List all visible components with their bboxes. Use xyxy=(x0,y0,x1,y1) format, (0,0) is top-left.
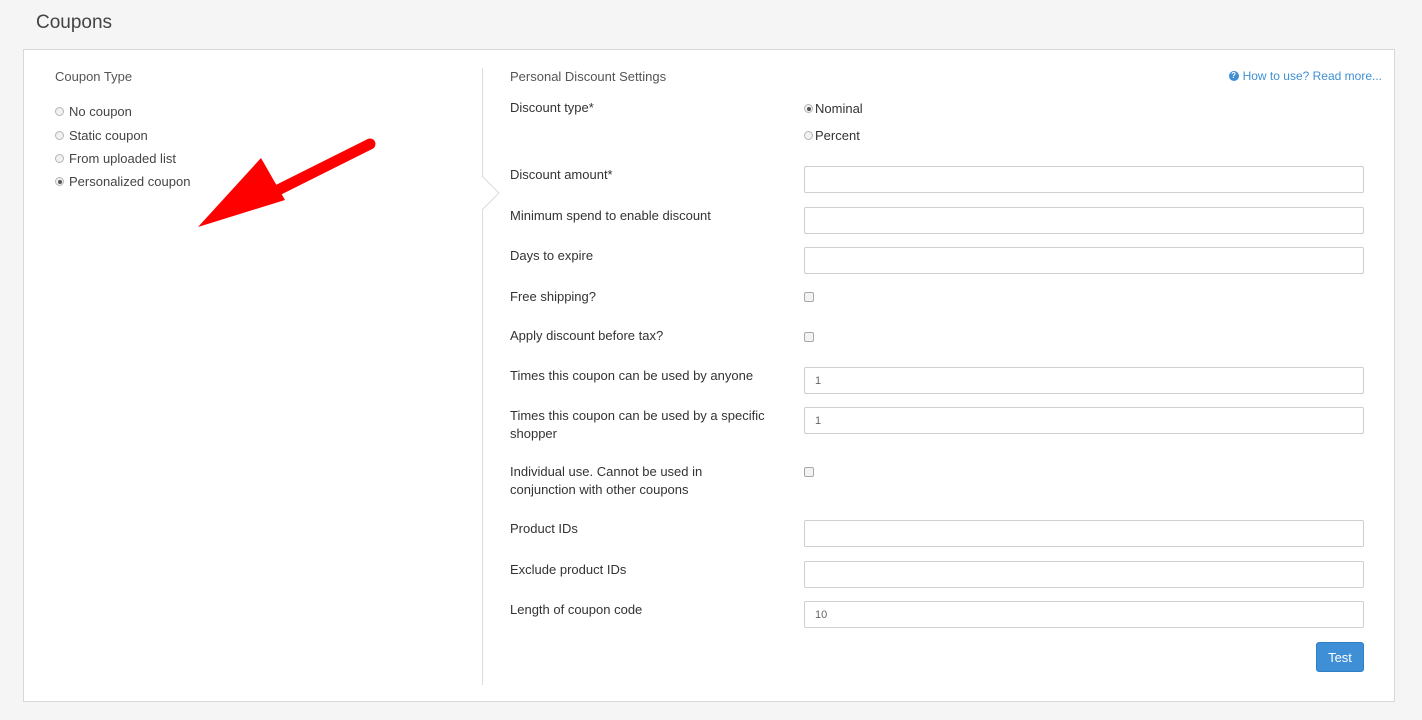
page-title: Coupons xyxy=(36,12,113,33)
radio-uploaded-list[interactable] xyxy=(55,153,64,163)
question-icon: ? xyxy=(1228,71,1239,81)
before-tax-label: Apply discount before tax? xyxy=(510,328,664,343)
discount-type-nominal[interactable]: Nominal xyxy=(804,101,863,116)
coupon-option-static[interactable]: Static coupon xyxy=(55,123,190,146)
coupon-panel: Coupon Type No coupon Static coupon From… xyxy=(23,49,1395,702)
product-ids-input[interactable] xyxy=(804,520,1364,547)
settings-title: Personal Discount Settings xyxy=(510,69,667,84)
coupon-option-label: Static coupon xyxy=(69,127,148,143)
coupon-type-options: No coupon Static coupon From uploaded li… xyxy=(55,100,190,194)
usage-anyone-label: Times this coupon can be used by anyone xyxy=(510,368,754,383)
free-shipping-checkbox[interactable] xyxy=(804,292,814,302)
radio-percent[interactable] xyxy=(804,131,813,140)
discount-type-option-label: Percent xyxy=(815,128,860,143)
coupon-type-section: Coupon Type No coupon Static coupon From… xyxy=(55,69,190,194)
minimum-spend-input[interactable] xyxy=(804,207,1364,234)
discount-type-percent[interactable]: Percent xyxy=(804,128,860,143)
individual-use-checkbox[interactable] xyxy=(804,467,814,477)
radio-no-coupon[interactable] xyxy=(55,107,64,117)
radio-personalized-coupon[interactable] xyxy=(55,177,64,187)
help-link[interactable]: ? How to use? Read more... xyxy=(1228,69,1382,83)
before-tax-checkbox[interactable] xyxy=(804,332,814,342)
coupon-option-personalized[interactable]: Personalized coupon xyxy=(55,170,190,193)
coupon-option-label: No coupon xyxy=(69,104,132,120)
discount-amount-label: Discount amount* xyxy=(510,167,613,182)
discount-type-option-label: Nominal xyxy=(815,101,863,116)
coupon-type-title: Coupon Type xyxy=(55,69,133,84)
red-arrow-annotation xyxy=(198,138,376,227)
days-to-expire-input[interactable] xyxy=(804,247,1364,274)
radio-static-coupon[interactable] xyxy=(55,130,64,140)
exclude-product-ids-input[interactable] xyxy=(804,561,1364,588)
discount-amount-input[interactable] xyxy=(804,166,1364,193)
coupon-option-label: From uploaded list xyxy=(69,150,176,166)
days-to-expire-label: Days to expire xyxy=(510,248,594,263)
discount-type-label: Discount type* xyxy=(510,100,594,115)
individual-use-label: Individual use. Cannot be used in conjun… xyxy=(510,464,703,497)
coupon-option-label: Personalized coupon xyxy=(69,174,191,190)
radio-nominal[interactable] xyxy=(804,104,813,113)
free-shipping-label: Free shipping? xyxy=(510,289,596,304)
minimum-spend-label: Minimum spend to enable discount xyxy=(510,208,711,223)
help-link-text: How to use? Read more... xyxy=(1242,69,1382,83)
usage-anyone-input[interactable] xyxy=(804,367,1364,394)
product-ids-label: Product IDs xyxy=(510,521,578,536)
usage-shopper-label: Times this coupon can be used by a speci… xyxy=(510,408,765,441)
exclude-product-ids-label: Exclude product IDs xyxy=(510,562,627,577)
code-length-input[interactable] xyxy=(804,601,1364,628)
code-length-label: Length of coupon code xyxy=(510,602,643,617)
coupon-option-no-coupon[interactable]: No coupon xyxy=(55,100,190,123)
column-divider xyxy=(482,68,483,685)
usage-shopper-input[interactable] xyxy=(804,407,1364,434)
coupon-option-uploaded-list[interactable]: From uploaded list xyxy=(55,147,190,170)
test-button[interactable]: Test xyxy=(1316,642,1364,672)
